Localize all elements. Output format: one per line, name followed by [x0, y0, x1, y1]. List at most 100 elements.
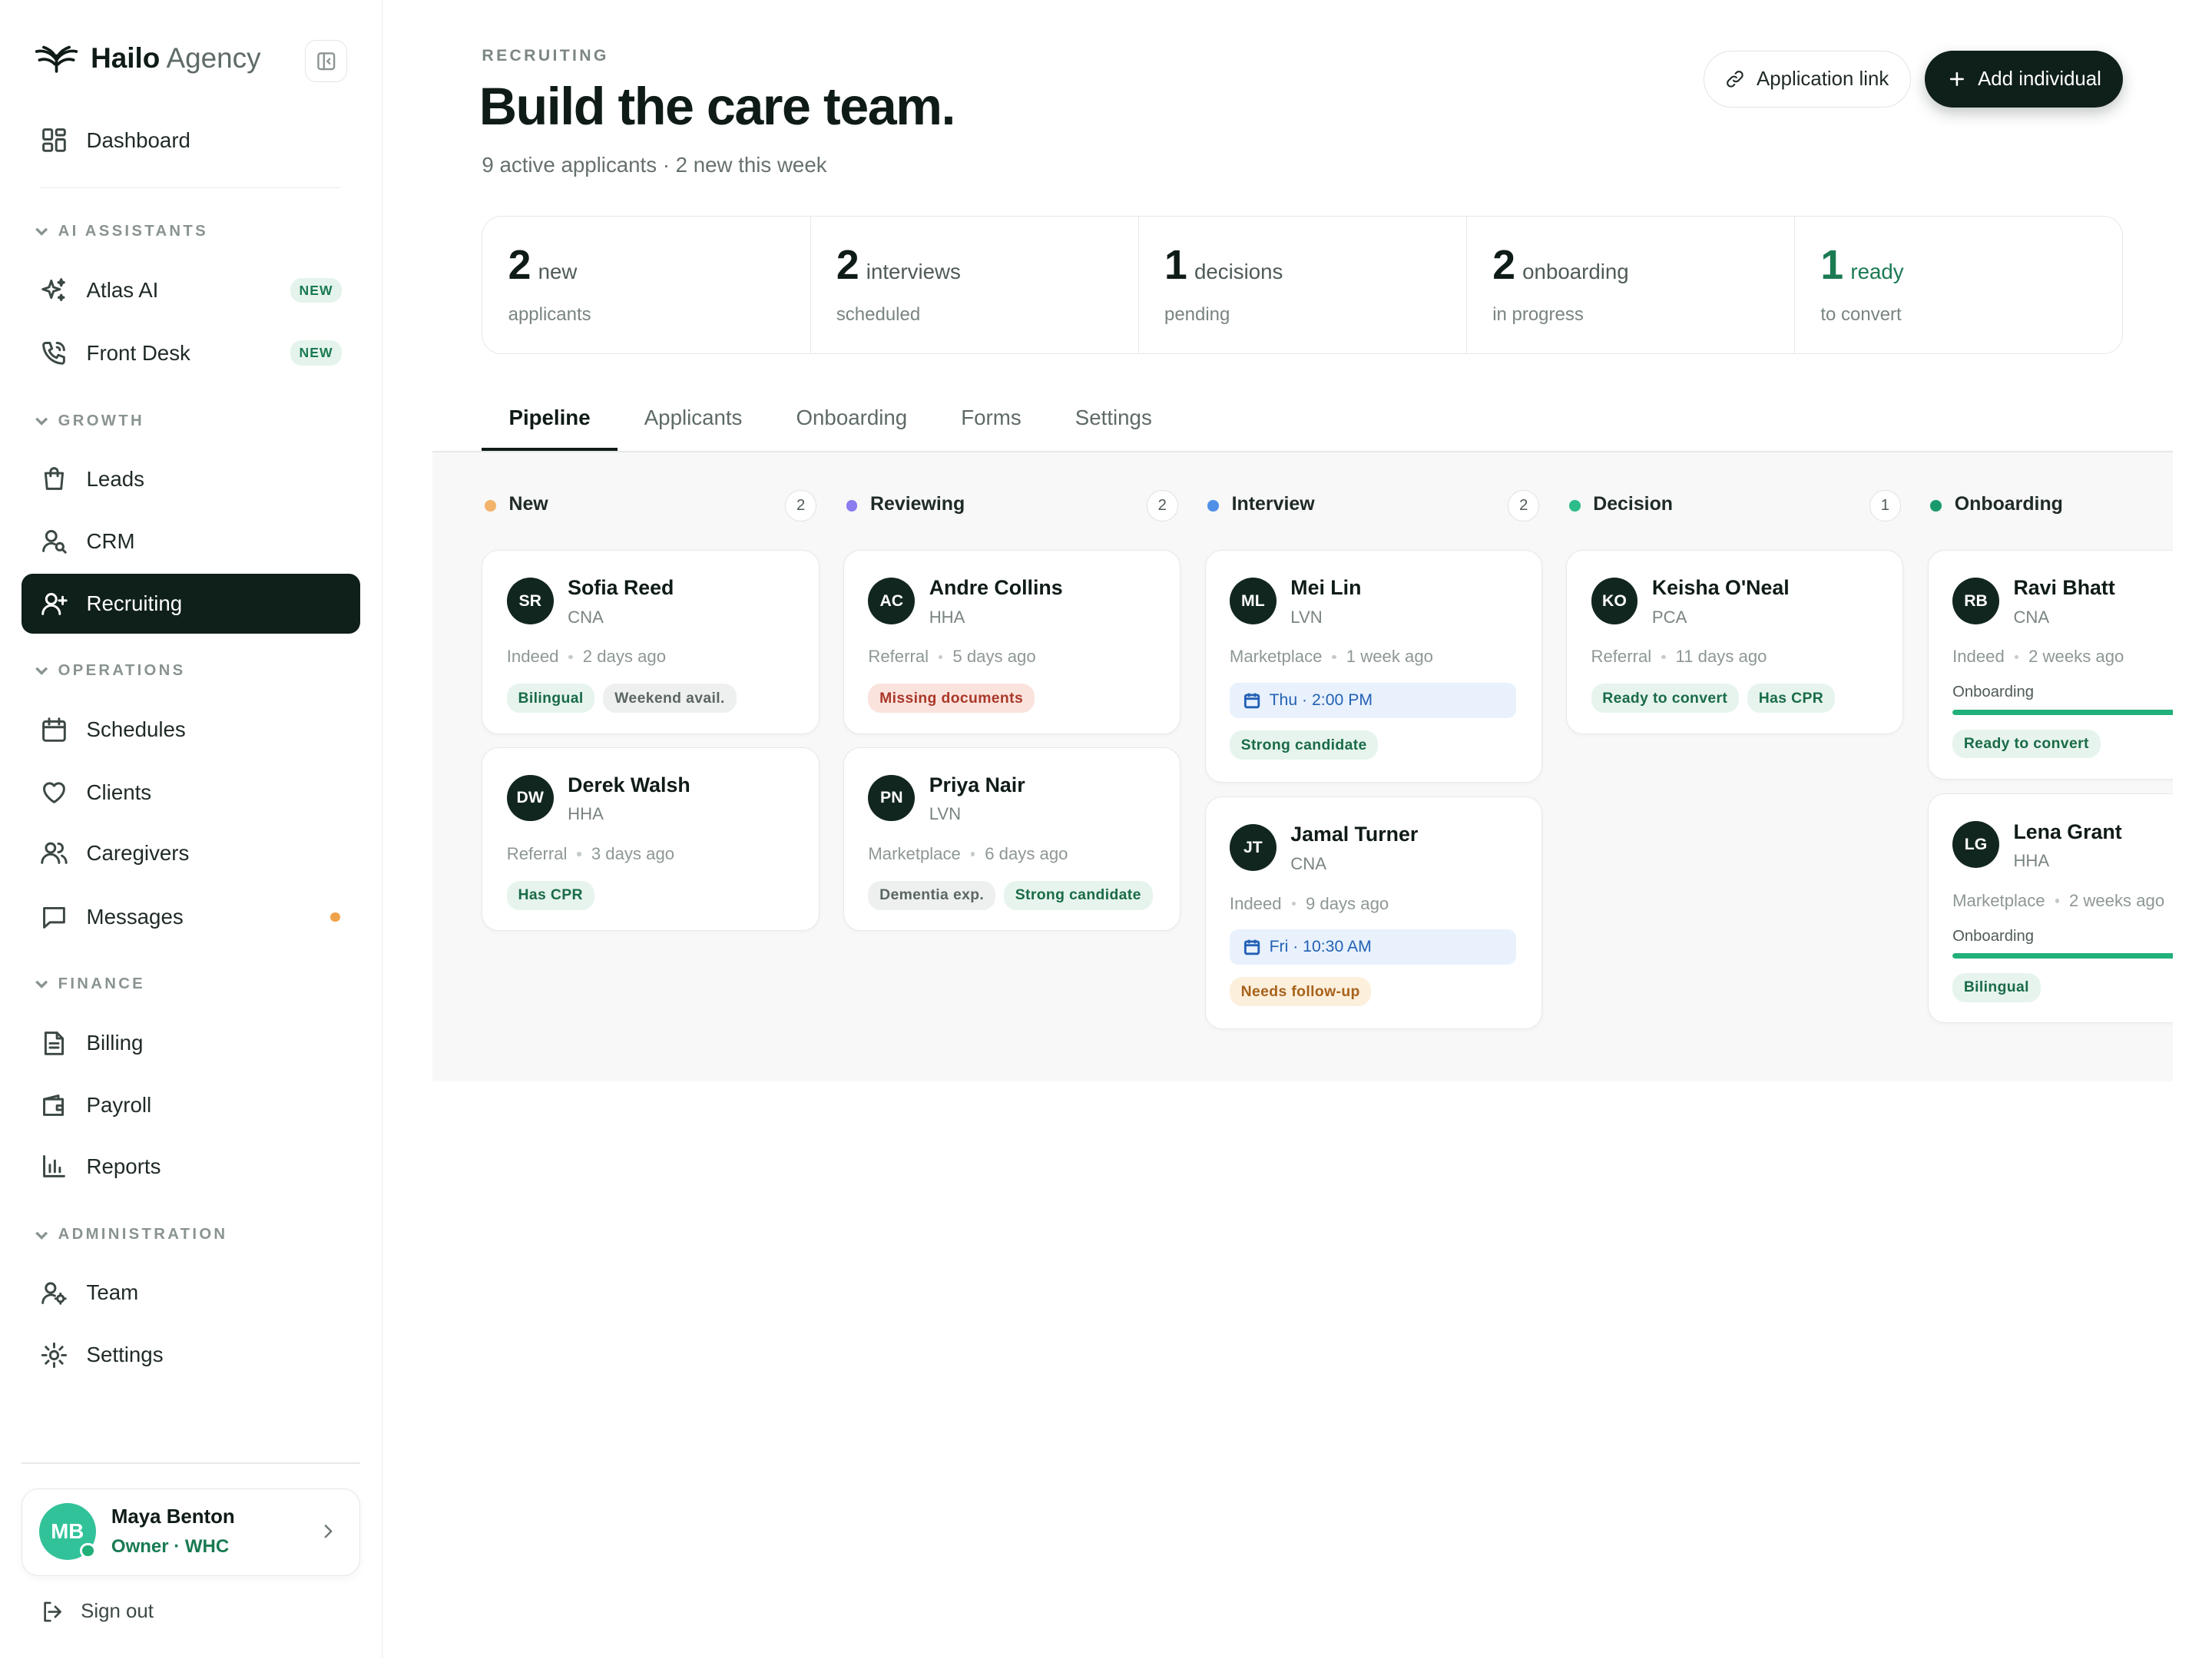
applicant-card-priya-nair[interactable]: PN Priya Nair LVN Marketplace 6 days ago … — [843, 747, 1181, 932]
tag: Has CPR — [1747, 684, 1835, 714]
user-menu[interactable]: MB Maya Benton Owner · WHC — [21, 1488, 360, 1577]
applicant-time: 6 days ago — [985, 843, 1068, 863]
sidebar-item-payroll[interactable]: Payroll — [22, 1076, 360, 1136]
section-label: GROWTH — [58, 412, 144, 429]
applicant-source: Indeed — [506, 647, 559, 667]
avatar: SR — [506, 578, 554, 624]
applicant-meta: Marketplace 6 days ago — [868, 844, 1068, 864]
stat-value: 1 — [1820, 243, 1844, 289]
applicant-meta: Indeed 2 days ago — [507, 647, 666, 667]
applicant-name: Lena Grant — [2013, 820, 2122, 843]
section-label: OPERATIONS — [58, 661, 186, 679]
onboarding-progress-fill — [1952, 709, 2173, 716]
stat-sublabel: scheduled — [836, 303, 921, 325]
applicant-card-keisha-oneal[interactable]: KO Keisha O'Neal PCA Referral 11 days ago… — [1566, 550, 1904, 734]
column-count: 2 — [1146, 490, 1178, 522]
stat-decisions: 1 decisions pending — [1139, 216, 1467, 354]
applicant-source: Marketplace — [1952, 890, 2045, 910]
applicant-source: Indeed — [1229, 893, 1282, 913]
sidebar-item-settings[interactable]: Settings — [22, 1325, 360, 1385]
stat-label: ready — [1850, 260, 1904, 284]
separator-dot — [970, 852, 975, 856]
user-role: Owner · WHC — [111, 1535, 230, 1557]
tab-applicants[interactable]: Applicants — [618, 391, 770, 451]
application-link-button[interactable]: Application link — [1704, 51, 1911, 108]
applicant-meta: Marketplace 1 week ago — [1230, 647, 1433, 667]
sidebar-item-messages[interactable]: Messages — [22, 887, 360, 947]
applicant-time: 11 days ago — [1675, 647, 1767, 667]
stat-label: new — [538, 260, 578, 284]
applicant-card-mei-lin[interactable]: ML Mei Lin LVN Marketplace 1 week ago Thu… — [1204, 550, 1542, 783]
tag-list: Has CPR — [506, 880, 594, 910]
sidebar-item-leads[interactable]: Leads — [22, 449, 360, 509]
tab-onboarding[interactable]: Onboarding — [769, 391, 934, 451]
chevron-down-icon — [35, 980, 48, 988]
sidebar-item-crm[interactable]: CRM — [22, 512, 360, 571]
applicant-role: CNA — [568, 607, 604, 627]
applicant-name: Andre Collins — [929, 576, 1063, 600]
avatar: LG — [1952, 821, 1999, 869]
tag-list: Missing documents — [868, 684, 1035, 714]
sidebar-item-clients[interactable]: Clients — [22, 763, 360, 823]
section-finance[interactable]: FINANCE — [34, 975, 145, 993]
sidebar-item-caregivers[interactable]: Caregivers — [22, 823, 360, 883]
sidebar-item-billing[interactable]: Billing — [22, 1013, 360, 1073]
tag: Dementia exp. — [868, 880, 995, 910]
applicant-card-ravi-bhatt[interactable]: RB Ravi Bhatt CNA Indeed 2 weeks ago Onbo… — [1927, 550, 2173, 780]
applicant-card-lena-grant[interactable]: LG Lena Grant HHA Marketplace 2 weeks ago… — [1927, 793, 2173, 1024]
applicant-name: Jamal Turner — [1290, 823, 1419, 846]
section-growth[interactable]: GROWTH — [34, 412, 144, 430]
sidebar-item-label: Reports — [86, 1154, 161, 1178]
applicant-source: Marketplace — [1229, 647, 1323, 667]
applicant-role: HHA — [929, 607, 965, 627]
interview-schedule[interactable]: Thu · 2:00 PM — [1229, 682, 1516, 718]
sidebar-item-team[interactable]: Team — [22, 1263, 360, 1323]
stat-label: onboarding — [1522, 260, 1629, 284]
applicant-card-derek-walsh[interactable]: DW Derek Walsh HHA Referral 3 days ago Ha… — [482, 747, 820, 932]
brand-name-bold: Hailo — [91, 42, 161, 75]
new-badge: NEW — [290, 340, 342, 366]
section-administration[interactable]: ADMINISTRATION — [34, 1226, 227, 1243]
column-title: Reviewing — [870, 493, 965, 515]
pipeline-board: New 2 SR Sofia Reed CNA Indeed 2 days ago… — [432, 452, 2173, 1082]
sidebar-item-recruiting[interactable]: Recruiting — [21, 574, 360, 634]
interview-schedule[interactable]: Fri · 10:30 AM — [1229, 929, 1516, 965]
interview-time: Thu · 2:00 PM — [1269, 690, 1373, 709]
brand[interactable]: Hailo Agency — [34, 42, 261, 75]
stage-color-dot — [846, 500, 858, 512]
sidebar-item-label: Clients — [86, 780, 152, 804]
stat-ready: 1 ready to convert — [1795, 217, 2122, 354]
applicant-card-sofia-reed[interactable]: SR Sofia Reed CNA Indeed 2 days ago Bilin… — [482, 550, 820, 734]
sidebar-item-dashboard[interactable]: Dashboard — [22, 111, 360, 171]
sidebar-item-reports[interactable]: Reports — [22, 1137, 360, 1197]
separator-dot — [568, 654, 573, 660]
applicant-name: Keisha O'Neal — [1651, 576, 1790, 600]
sidebar-item-schedules[interactable]: Schedules — [22, 700, 360, 760]
section-label: AI ASSISTANTS — [58, 222, 208, 240]
column-title: Onboarding — [1954, 493, 2063, 515]
log-out-icon — [43, 1601, 61, 1622]
tag-list: Ready to convert Has CPR — [1591, 684, 1835, 714]
section-operations[interactable]: OPERATIONS — [34, 662, 185, 680]
applicant-card-jamal-turner[interactable]: JT Jamal Turner CNA Indeed 9 days ago Fri… — [1204, 796, 1542, 1029]
tag: Bilingual — [506, 684, 595, 714]
tab-forms[interactable]: Forms — [934, 391, 1048, 451]
sidebar-item-atlas-ai[interactable]: Atlas AI NEW — [22, 261, 360, 321]
collapse-sidebar-button[interactable] — [304, 39, 348, 83]
sidebar-item-label: Dashboard — [86, 127, 190, 152]
add-individual-button[interactable]: Add individual — [1925, 51, 2124, 108]
tag: Missing documents — [868, 684, 1035, 714]
sidebar-item-label: Leads — [86, 466, 144, 491]
section-ai-assistants[interactable]: AI ASSISTANTS — [34, 223, 208, 240]
tab-settings[interactable]: Settings — [1048, 391, 1179, 451]
column-title: Decision — [1593, 493, 1674, 515]
column-header: Onboarding — [1928, 490, 2173, 522]
tab-pipeline[interactable]: Pipeline — [482, 391, 618, 451]
tag: Strong candidate — [1229, 730, 1379, 760]
applicant-card-andre-collins[interactable]: AC Andre Collins HHA Referral 5 days ago … — [843, 550, 1181, 734]
separator-dot — [2055, 899, 2060, 903]
sidebar-item-front-desk[interactable]: Front Desk NEW — [22, 323, 360, 383]
sign-out-button[interactable]: Sign out — [40, 1599, 154, 1624]
sidebar-item-label: Team — [86, 1280, 139, 1304]
tag: Ready to convert — [1952, 729, 2101, 759]
